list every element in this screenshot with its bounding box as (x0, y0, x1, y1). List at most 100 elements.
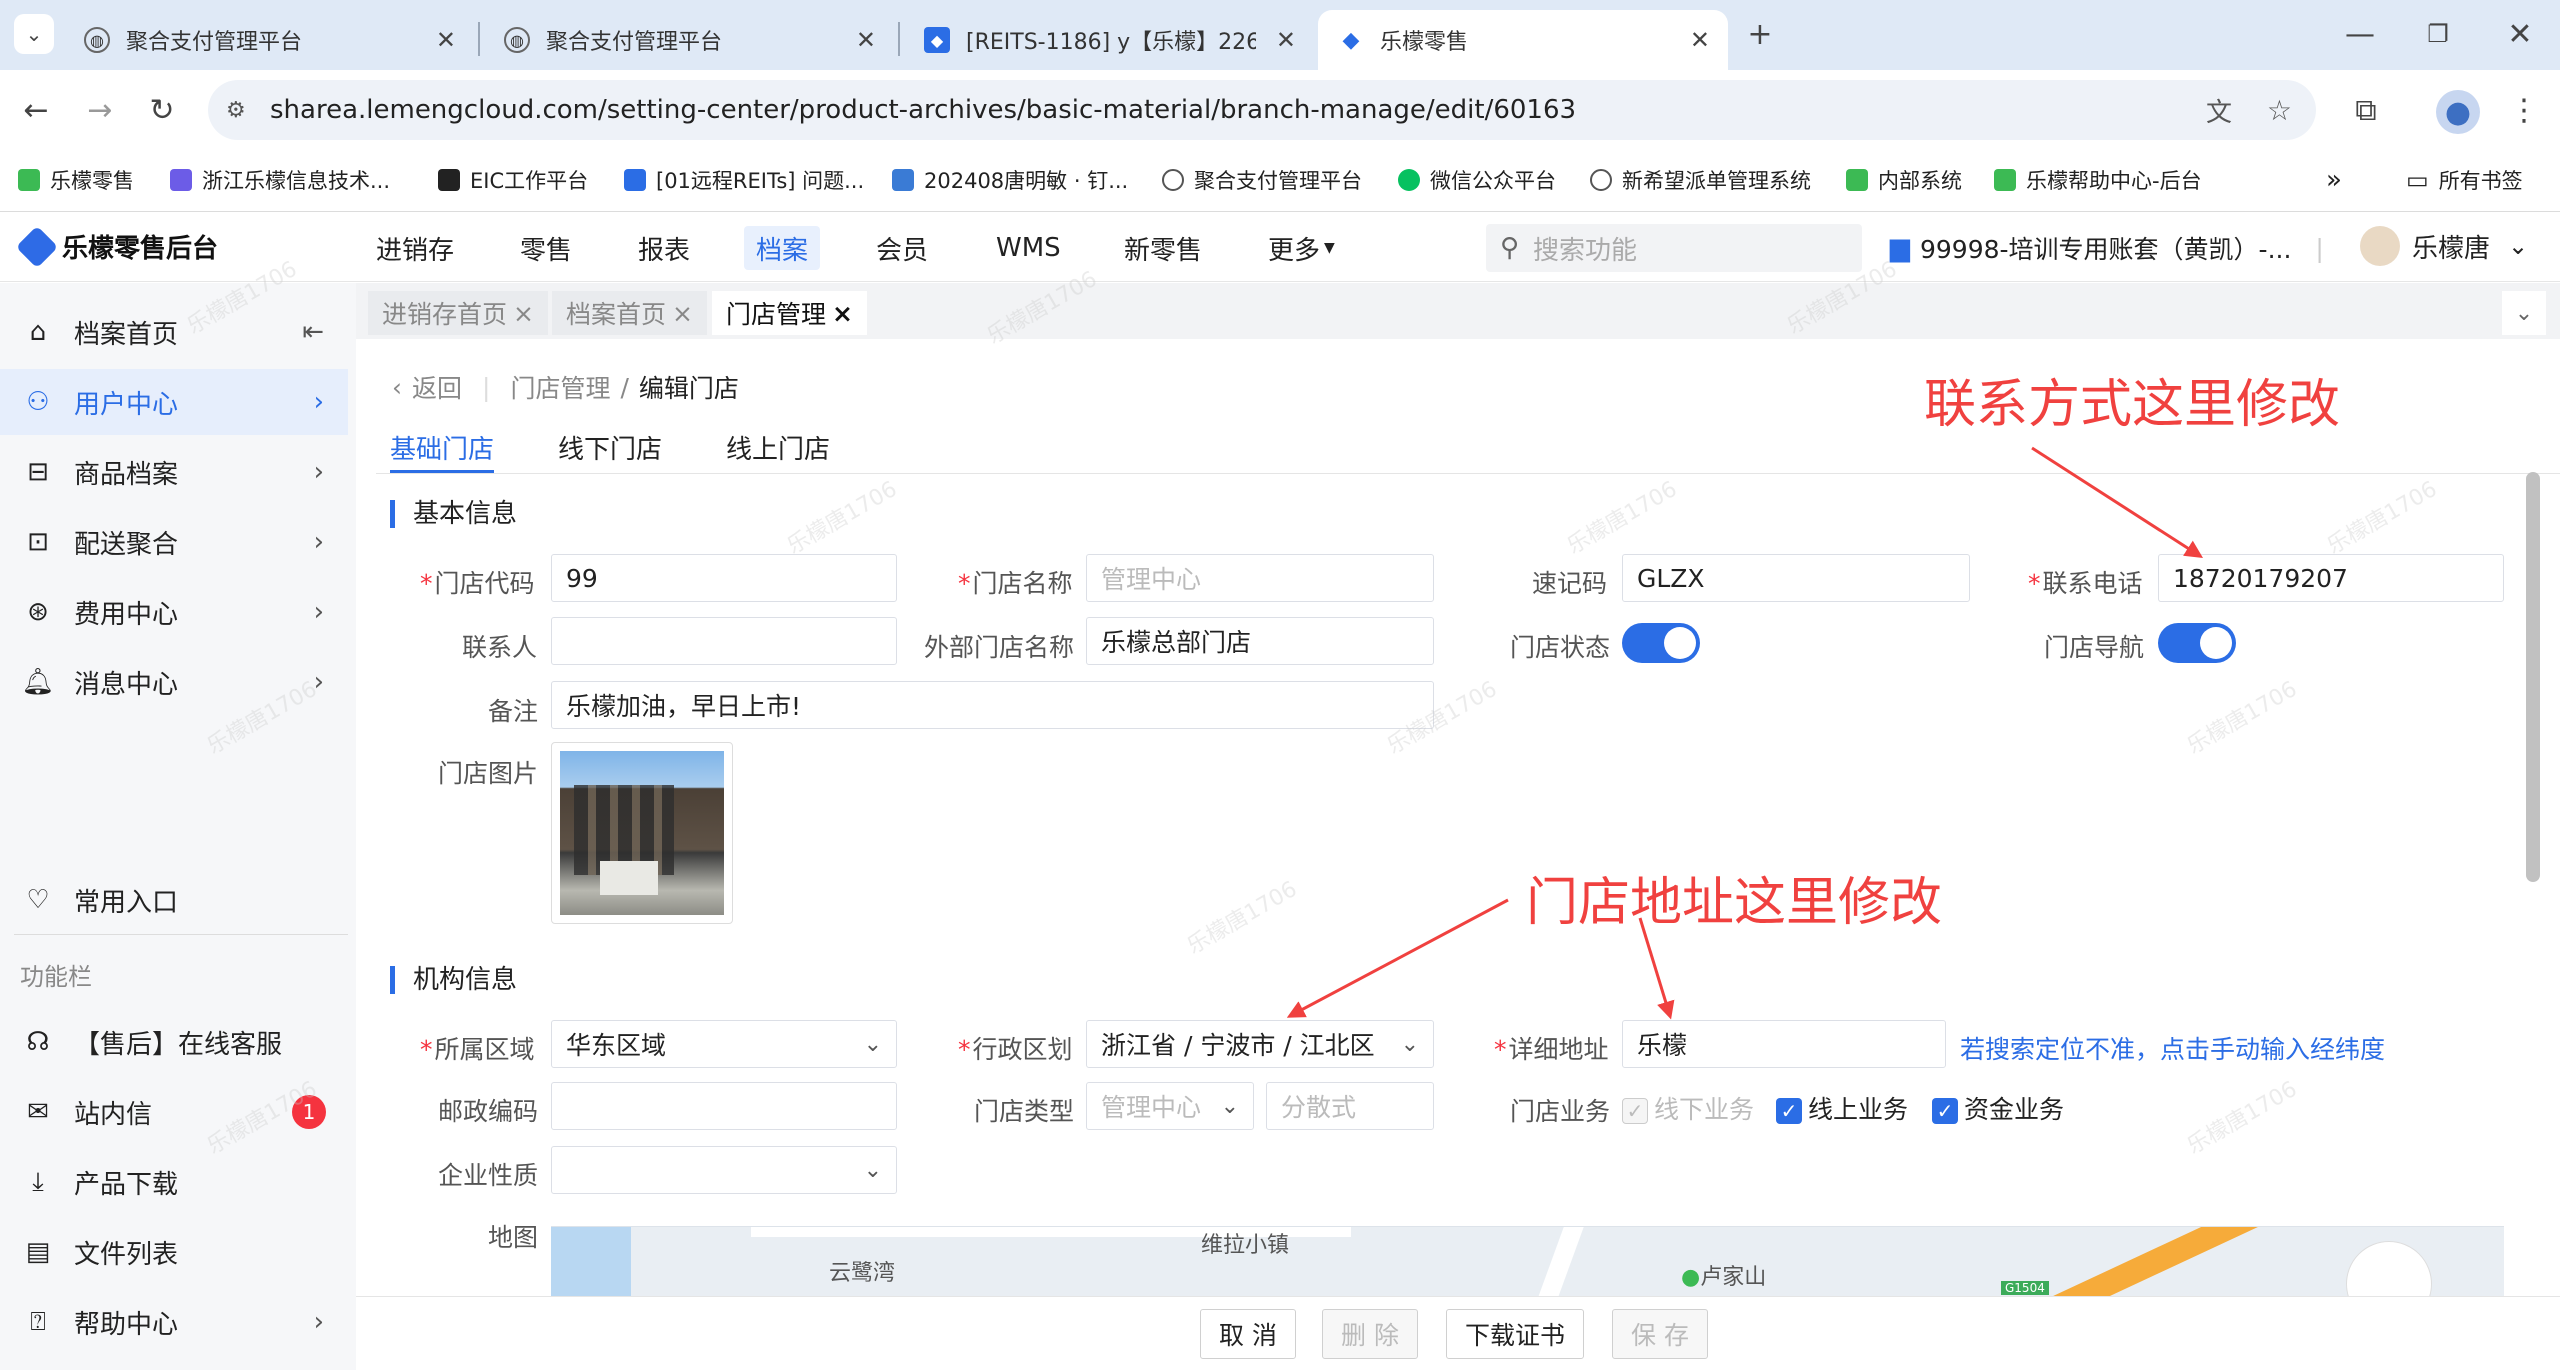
sidebar-tool-support[interactable]: ☊ 【售后】在线客服 (0, 1009, 348, 1075)
user-menu[interactable]: 乐檬唐 ⌄ (2360, 226, 2528, 266)
save-button[interactable]: 保 存 (1612, 1309, 1708, 1359)
bookmark-star-icon[interactable]: ☆ (2267, 94, 2292, 127)
sidebar-tool-inbox[interactable]: ✉ 站内信 1 (0, 1079, 348, 1145)
window-close-icon[interactable]: ✕ (2500, 14, 2540, 54)
nav-lingshou[interactable]: 零售 (508, 226, 584, 270)
breadcrumb-parent[interactable]: 门店管理 (510, 369, 610, 405)
browser-tab-3[interactable]: ◆ [REITS-1186] y【乐檬】22621 ✕ (904, 10, 1314, 70)
store-subtype-input[interactable]: 分散式 (1266, 1082, 1434, 1130)
browser-tab-1[interactable]: ◍ 聚合支付管理平台 ✕ (64, 10, 474, 70)
contact-input[interactable] (551, 617, 897, 665)
tab-online-store[interactable]: 线上门店 (726, 429, 830, 466)
district-cascader[interactable]: 浙江省 / 宁波市 / 江北区 ⌄ (1086, 1020, 1434, 1068)
minimize-icon[interactable]: — (2340, 14, 2380, 54)
tab-search-icon[interactable]: ⌄ (14, 14, 54, 54)
back-icon[interactable]: ← (16, 90, 56, 130)
new-tab-icon[interactable]: + (1740, 14, 1780, 54)
browser-tab-4-active[interactable]: ◆ 乐檬零售 ✕ (1318, 10, 1728, 70)
reload-icon[interactable]: ↻ (142, 90, 182, 130)
bookmark-item[interactable]: [01远程REITs] 问题... (624, 162, 864, 198)
shortcode-input[interactable]: GLZX (1622, 554, 1970, 602)
nav-jinxiaocun[interactable]: 进销存 (364, 226, 466, 270)
sidebar-item-goods[interactable]: ⊟ 商品档案 › (0, 439, 348, 505)
tab-basic-store[interactable]: 基础门店 (390, 429, 495, 473)
map-compass-icon[interactable] (2346, 1241, 2432, 1296)
all-bookmarks[interactable]: ▭ 所有书签 (2406, 162, 2523, 198)
extensions-icon[interactable]: ⧉ (2346, 90, 2386, 130)
bookmark-item[interactable]: 乐檬零售 (18, 162, 134, 198)
sidebar-item-messages[interactable]: 🔔︎ 消息中心 › (0, 649, 348, 715)
menu-kebab-icon[interactable]: ⋮ (2504, 90, 2544, 130)
manual-geo-link[interactable]: 若搜索定位不准，点击手动输入经纬度 (1960, 1030, 2385, 1066)
forward-icon[interactable]: → (80, 90, 120, 130)
sidebar-item-fees[interactable]: ⊛ 费用中心 › (0, 579, 348, 645)
sidebar-tool-download[interactable]: ⤓ 产品下载 (0, 1149, 348, 1215)
nav-baobiao[interactable]: 报表 (626, 226, 702, 270)
store-status-toggle[interactable] (1622, 623, 1700, 663)
sidebar-item-delivery[interactable]: ⊡ 配送聚合 › (0, 509, 348, 575)
close-icon[interactable]: × (832, 299, 853, 328)
close-icon[interactable]: ✕ (436, 26, 456, 54)
checkbox-online-business[interactable]: ✓ 线上业务 (1776, 1090, 1908, 1126)
profile-icon[interactable]: ● (2436, 90, 2480, 134)
bookmark-item[interactable]: 乐檬帮助中心-后台 (1994, 162, 2202, 198)
phone-input[interactable]: 18720179207 (2158, 554, 2504, 602)
checkbox-fund-business[interactable]: ✓ 资金业务 (1932, 1090, 2064, 1126)
sidebar-item-user-center[interactable]: ⚇ 用户中心 › (0, 369, 348, 435)
bookmark-item[interactable]: 浙江乐檬信息技术... (170, 162, 390, 198)
bookmark-item[interactable]: 微信公众平台 (1398, 162, 1556, 198)
restore-icon[interactable]: ❐ (2418, 14, 2458, 54)
site-info-icon[interactable]: ⚙ (226, 98, 246, 123)
download-cert-button[interactable]: 下载证书 (1446, 1309, 1585, 1359)
postcode-input[interactable] (551, 1082, 897, 1130)
page-tab-jxc-home[interactable]: 进销存首页 × (368, 291, 548, 335)
nav-huiyuan[interactable]: 会员 (864, 226, 940, 270)
tabs-dropdown-icon[interactable]: ⌄ (2502, 291, 2546, 335)
nav-dangan[interactable]: 档案 (744, 226, 821, 270)
sidebar-tool-files[interactable]: ▤ 文件列表 (0, 1219, 348, 1285)
store-name-input[interactable]: 管理中心 (1086, 554, 1434, 602)
back-link[interactable]: 返回 (412, 369, 462, 405)
external-name-input[interactable]: 乐檬总部门店 (1086, 617, 1434, 665)
store-nav-toggle[interactable] (2158, 623, 2236, 663)
close-icon[interactable]: ✕ (1690, 26, 1710, 54)
address-bar[interactable]: ⚙ sharea.lemengcloud.com/setting-center/… (208, 80, 2316, 140)
close-icon[interactable]: ✕ (856, 26, 876, 54)
page-tab-store-manage[interactable]: 门店管理 × (712, 291, 867, 335)
store-code-input[interactable]: 99 (551, 554, 897, 602)
delete-button[interactable]: 删 除 (1322, 1309, 1418, 1359)
enterprise-nature-select[interactable]: ⌄ (551, 1146, 897, 1194)
app-logo[interactable]: 乐檬零售后台 (15, 225, 218, 268)
close-icon[interactable]: × (513, 299, 534, 328)
account-switcher[interactable]: ▆ 99998-培训专用账套（黄凯）-... | (1890, 230, 2324, 266)
map-view[interactable]: 云鹭湾 维拉小镇 ●卢家山 G1504 (551, 1226, 2504, 1296)
bookmark-item[interactable]: 内部系统 (1846, 162, 1962, 198)
nav-more[interactable]: 更多 ▼ (1256, 226, 1347, 270)
more-bookmarks-icon[interactable]: » (2326, 162, 2342, 198)
sidebar-tool-help[interactable]: ⍰ 帮助中心 › (0, 1289, 348, 1355)
browser-tab-2[interactable]: ◍ 聚合支付管理平台 ✕ (484, 10, 894, 70)
back-arrow-icon[interactable]: ‹ (392, 373, 402, 402)
bookmark-item[interactable]: 新希望派单管理系统 (1590, 162, 1811, 198)
translate-icon[interactable]: 文 (2206, 92, 2232, 129)
collapse-sidebar-icon[interactable]: ⇤ (302, 317, 324, 347)
remark-input[interactable]: 乐檬加油，早日上市! (551, 681, 1434, 729)
nav-xinlingshou[interactable]: 新零售 (1112, 226, 1214, 270)
bookmark-item[interactable]: 聚合支付管理平台 (1162, 162, 1362, 198)
sidebar-favorites[interactable]: ♡ 常用入口 (0, 867, 348, 933)
cancel-button[interactable]: 取 消 (1200, 1309, 1296, 1359)
sidebar-item-dangan-home[interactable]: ⌂ 档案首页 ⇤ (0, 299, 348, 365)
store-type-select[interactable]: 管理中心 ⌄ (1086, 1082, 1254, 1130)
page-tab-dangan-home[interactable]: 档案首页 × (552, 291, 707, 335)
store-image-upload[interactable] (551, 742, 733, 924)
close-icon[interactable]: × (672, 299, 693, 328)
tab-offline-store[interactable]: 线下门店 (558, 429, 662, 466)
scrollbar-thumb[interactable] (2526, 472, 2540, 882)
region-select[interactable]: 华东区域 ⌄ (551, 1020, 897, 1068)
bookmark-item[interactable]: 202408唐明敏 · 钉... (892, 162, 1128, 198)
bookmark-item[interactable]: EIC工作平台 (438, 162, 588, 198)
nav-wms[interactable]: WMS (984, 226, 1073, 270)
address-input[interactable]: 乐檬 (1622, 1020, 1946, 1068)
function-search[interactable]: ⚲ 搜索功能 (1486, 224, 1862, 272)
close-icon[interactable]: ✕ (1276, 26, 1296, 54)
